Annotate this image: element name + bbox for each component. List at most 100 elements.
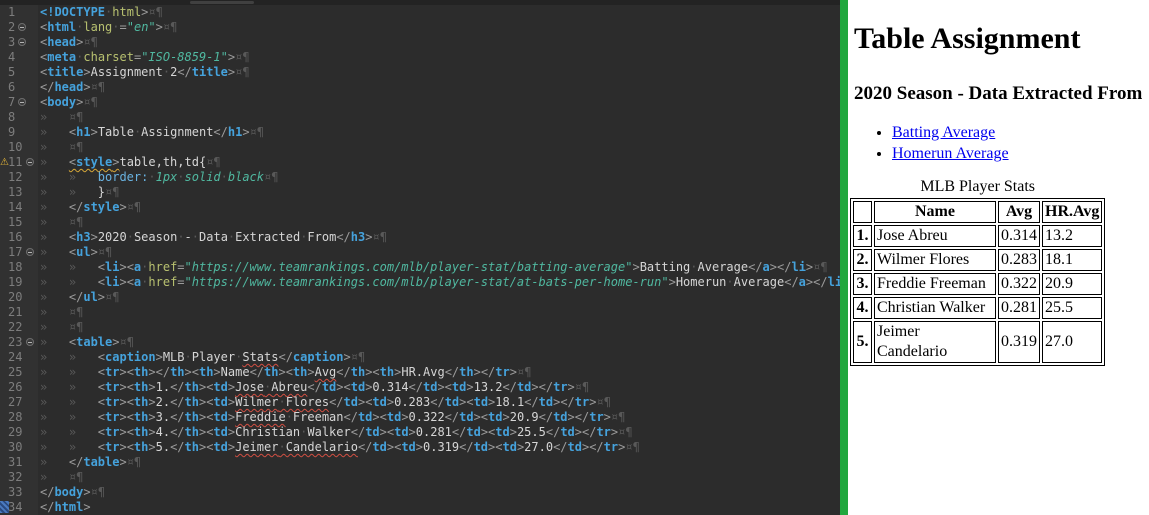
code-token: ¤¶	[235, 65, 249, 79]
code-text[interactable]: »»<tr><th>2.</th><td>Wilmer·Flores</td><…	[40, 395, 611, 410]
code-line[interactable]: 31»</table>¤¶	[0, 455, 840, 470]
homerun-average-link[interactable]: Homerun Average	[892, 145, 1009, 162]
code-text[interactable]: »»<tr><th>5.</th><td>Jeimer·Candelario</…	[40, 440, 640, 455]
code-text[interactable]: »»<tr><th>3.</th><td>Freddie·Freeman</td…	[40, 410, 625, 425]
code-line[interactable]: 32»¤¶	[0, 470, 840, 485]
code-token: td	[502, 440, 516, 454]
code-line[interactable]: 10»¤¶	[0, 140, 840, 155]
code-line[interactable]: 29»»<tr><th>4.</th><td>Christian·Walker<…	[0, 425, 840, 440]
code-line[interactable]: 20»</ul>¤¶	[0, 290, 840, 305]
code-line[interactable]: 21»¤¶	[0, 305, 840, 320]
code-text[interactable]: »»<caption>MLB·Player·Stats</caption>¤¶	[40, 350, 365, 365]
space-mark: ·	[134, 125, 141, 139]
code-token: th	[134, 380, 148, 394]
code-line[interactable]: 19»»<li><a·href="https://www.teamranking…	[0, 275, 840, 290]
code-line[interactable]: 27»»<tr><th>2.</th><td>Wilmer·Flores</td…	[0, 395, 840, 410]
code-token: >	[83, 65, 90, 79]
code-text[interactable]: »</table>¤¶	[40, 455, 141, 470]
code-token: </	[524, 395, 538, 409]
code-text[interactable]: »»<tr><th>1.</th><td>Jose·Abreu</td><td>…	[40, 380, 589, 395]
code-token: th	[380, 365, 394, 379]
code-line[interactable]: 30»»<tr><th>5.</th><td>Jeimer·Candelario…	[0, 440, 840, 455]
code-text[interactable]: »<h1>Table·Assignment</h1>¤¶	[40, 125, 264, 140]
code-line[interactable]: 16»<h3>2020·Season·-·Data·Extracted·From…	[0, 230, 840, 245]
code-token: th	[185, 440, 199, 454]
code-text[interactable]: <title>Assignment·2</title>¤¶	[40, 65, 250, 80]
code-line[interactable]: 17»<ul>¤¶	[0, 245, 840, 260]
code-token: HR.Avg	[401, 365, 444, 379]
code-line[interactable]: 25»»<tr><th></th><th>Name</th><th>Avg</t…	[0, 365, 840, 380]
code-line[interactable]: 15»¤¶	[0, 215, 840, 230]
code-line[interactable]: 14»</style>¤¶	[0, 200, 840, 215]
code-text[interactable]: </head>¤¶	[40, 80, 105, 95]
code-text[interactable]: »¤¶	[40, 305, 83, 320]
code-line[interactable]: 26»»<tr><th>1.</th><td>Jose·Abreu</td><t…	[0, 380, 840, 395]
code-line[interactable]: 12»»border:·1px·solid·black¤¶	[0, 170, 840, 185]
fold-toggle-icon[interactable]	[18, 38, 26, 46]
code-text[interactable]: »»}¤¶	[40, 185, 119, 200]
table-cell: 18.1	[1042, 249, 1102, 271]
code-text[interactable]: »»<li><a·href="https://www.teamrankings.…	[40, 260, 828, 275]
code-line[interactable]: 5<title>Assignment·2</title>¤¶	[0, 65, 840, 80]
space-mark: ·	[185, 350, 192, 364]
code-line[interactable]: ⚠11»<style>table,th,td{¤¶	[0, 155, 840, 170]
code-token: ><	[199, 380, 213, 394]
code-editor[interactable]: 1<!DOCTYPE·html>¤¶2<html·lang·="en">¤¶3<…	[0, 0, 840, 515]
fold-toggle-icon[interactable]	[26, 158, 34, 166]
code-text[interactable]: »</style>¤¶	[40, 200, 141, 215]
code-line[interactable]: 34</html>	[0, 500, 840, 515]
code-line[interactable]: 8»¤¶	[0, 110, 840, 125]
fold-toggle-icon[interactable]	[26, 338, 34, 346]
code-text[interactable]: <!DOCTYPE·html>¤¶	[40, 5, 163, 20]
code-text[interactable]: <body>¤¶	[40, 95, 98, 110]
code-line[interactable]: 33</body>¤¶	[0, 485, 840, 500]
code-line[interactable]: 28»»<tr><th>3.</th><td>Freddie·Freeman</…	[0, 410, 840, 425]
code-line[interactable]: 6</head>¤¶	[0, 80, 840, 95]
code-line[interactable]: 1<!DOCTYPE·html>¤¶	[0, 5, 840, 20]
table-row: 2.Wilmer Flores0.28318.1	[853, 249, 1102, 271]
code-token: </	[784, 275, 798, 289]
code-line[interactable]: 13»»}¤¶	[0, 185, 840, 200]
code-text[interactable]: <html·lang·="en">¤¶	[40, 20, 177, 35]
batting-average-link[interactable]: Batting Average	[892, 124, 995, 141]
code-line[interactable]: 7<body>¤¶	[0, 95, 840, 110]
fold-toggle-icon[interactable]	[26, 248, 34, 256]
code-text[interactable]: »¤¶	[40, 320, 83, 335]
code-line[interactable]: 23»<table>¤¶	[0, 335, 840, 350]
code-text[interactable]: »»<tr><th>4.</th><td>Christian·Walker</t…	[40, 425, 633, 440]
pane-divider[interactable]	[840, 0, 848, 515]
code-line[interactable]: 22»¤¶	[0, 320, 840, 335]
code-text[interactable]: »»<li><a·href="https://www.teamrankings.…	[40, 275, 840, 290]
code-text[interactable]: <head>¤¶	[40, 35, 98, 50]
code-text[interactable]: </html>	[40, 500, 91, 515]
code-text[interactable]: »<h3>2020·Season·-·Data·Extracted·From</…	[40, 230, 387, 245]
code-token: ul	[76, 245, 90, 259]
code-text[interactable]: »»<tr><th></th><th>Name</th><th>Avg</th>…	[40, 365, 531, 380]
scrollbar-thumb[interactable]	[190, 1, 254, 4]
code-line[interactable]: 2<html·lang·="en">¤¶	[0, 20, 840, 35]
code-token: title	[47, 65, 83, 79]
code-text[interactable]: »¤¶	[40, 110, 83, 125]
code-text[interactable]: </body>¤¶	[40, 485, 105, 500]
code-token: »	[40, 185, 69, 200]
code-text[interactable]: <meta·charset="ISO-8859-1">¤¶	[40, 50, 250, 65]
code-line[interactable]: 9»<h1>Table·Assignment</h1>¤¶	[0, 125, 840, 140]
code-line[interactable]: 4<meta·charset="ISO-8859-1">¤¶	[0, 50, 840, 65]
code-text[interactable]: »</ul>¤¶	[40, 290, 119, 305]
fold-toggle-icon[interactable]	[18, 98, 26, 106]
code-text[interactable]: »¤¶	[40, 470, 83, 485]
code-token: }	[98, 185, 105, 199]
code-text[interactable]: »<style>table,th,td{¤¶	[40, 155, 221, 170]
code-token: >	[91, 125, 98, 139]
code-text[interactable]: »<table>¤¶	[40, 335, 134, 350]
code-lines[interactable]: 1<!DOCTYPE·html>¤¶2<html·lang·="en">¤¶3<…	[0, 5, 840, 515]
code-text[interactable]: »<ul>¤¶	[40, 245, 112, 260]
code-line[interactable]: 18»»<li><a·href="https://www.teamranking…	[0, 260, 840, 275]
code-text[interactable]: »¤¶	[40, 140, 83, 155]
code-line[interactable]: 24»»<caption>MLB·Player·Stats</caption>¤…	[0, 350, 840, 365]
code-text[interactable]: »»border:·1px·solid·black¤¶	[40, 170, 278, 185]
code-text[interactable]: »¤¶	[40, 215, 83, 230]
code-line[interactable]: 3<head>¤¶	[0, 35, 840, 50]
code-token: >	[213, 365, 220, 379]
fold-toggle-icon[interactable]	[18, 23, 26, 31]
